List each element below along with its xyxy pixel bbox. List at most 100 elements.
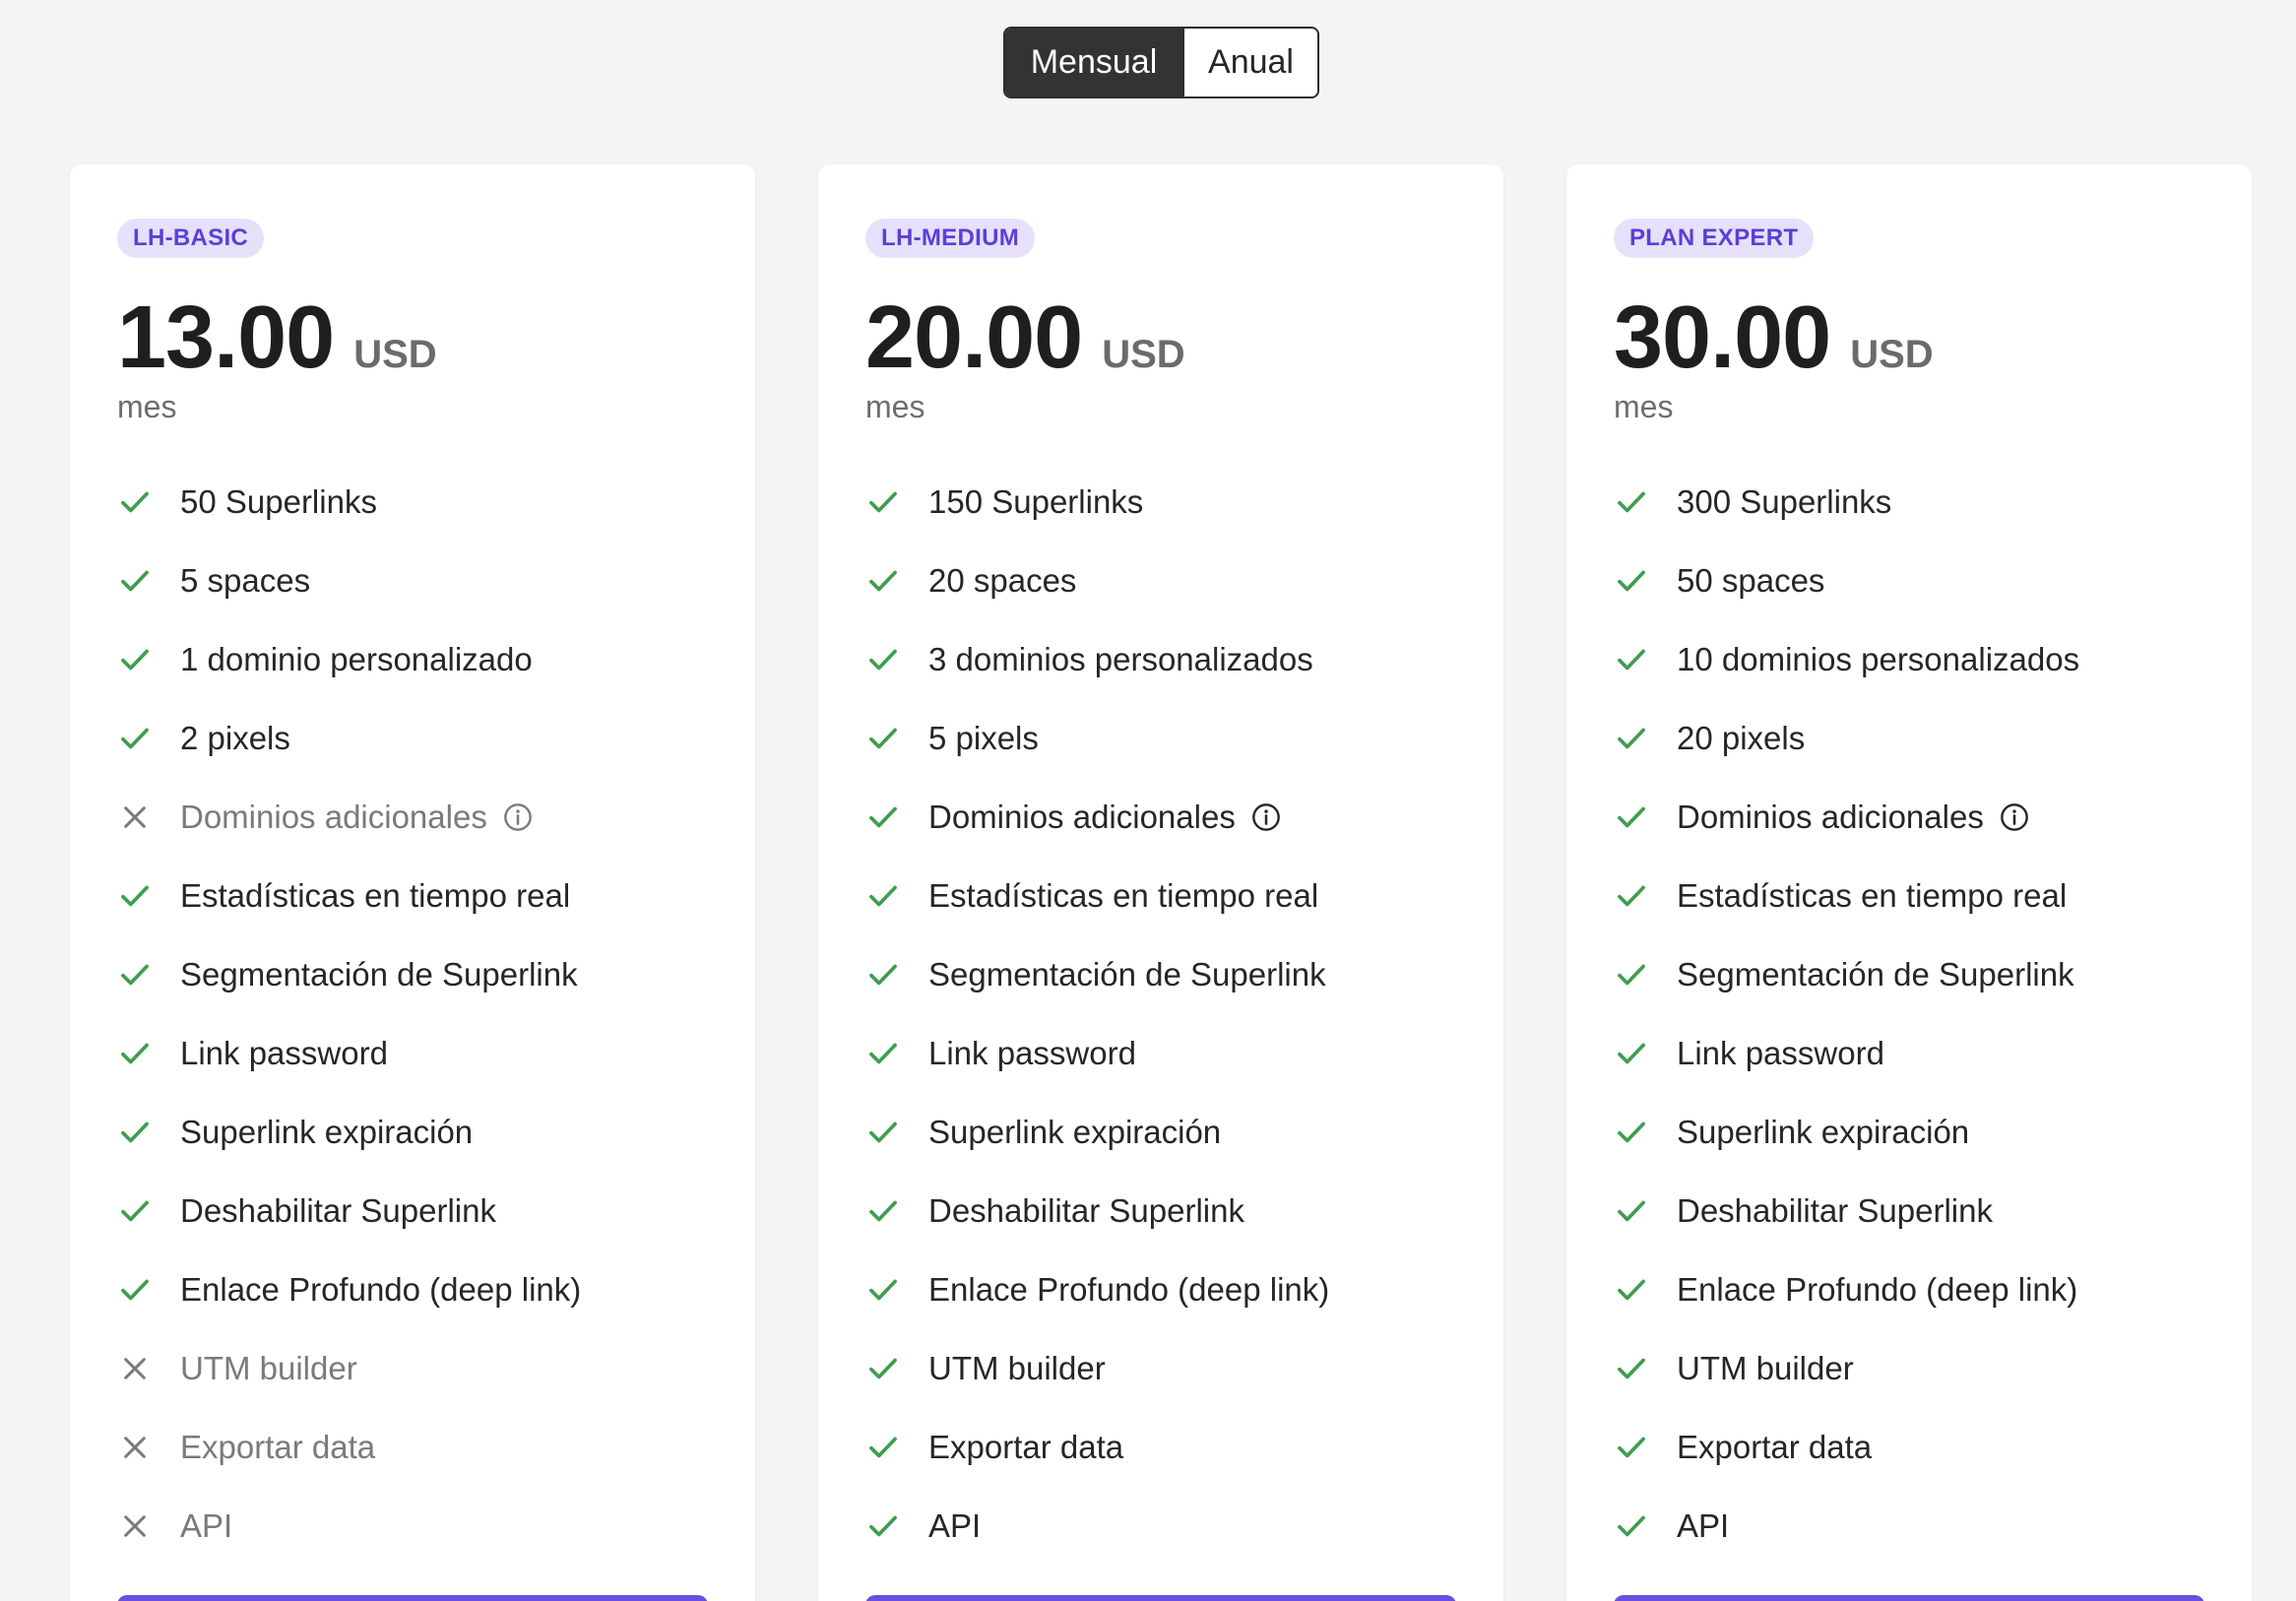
feature-label: Segmentación de Superlink: [180, 956, 578, 993]
feature-label: UTM builder: [928, 1350, 1106, 1386]
feature-list: 300 Superlinks 50 spaces 10 dominios perso…: [1614, 463, 2224, 1566]
feature-label: Link password: [180, 1035, 388, 1071]
price-row: 13.00 USD: [117, 288, 437, 389]
plan-price: 20.00: [865, 288, 1083, 387]
check-icon: [1614, 484, 1649, 520]
check-icon: [117, 1193, 153, 1229]
price-row: 30.00 USD: [1614, 288, 1934, 389]
cross-icon: [117, 800, 153, 835]
feature-label: Enlace Profundo (deep link): [1677, 1271, 2078, 1308]
cross-icon: [117, 1430, 153, 1465]
feature-item: 150 Superlinks: [865, 463, 1476, 542]
feature-item: Segmentación de Superlink: [1614, 935, 2224, 1014]
feature-item: Enlace Profundo (deep link): [117, 1250, 728, 1329]
feature-item: Deshabilitar Superlink: [1614, 1172, 2224, 1250]
subscribe-button[interactable]: [1614, 1595, 2204, 1601]
feature-item: Exportar data: [865, 1408, 1476, 1487]
feature-item: 300 Superlinks: [1614, 463, 2224, 542]
feature-item: 5 spaces: [117, 542, 728, 620]
feature-item: Enlace Profundo (deep link): [1614, 1250, 2224, 1329]
plan-badge: LH-MEDIUM: [865, 219, 1036, 258]
feature-label: Superlink expiración: [928, 1114, 1222, 1150]
feature-label: API: [928, 1507, 982, 1544]
check-icon: [865, 1508, 901, 1544]
check-icon: [865, 642, 901, 677]
check-icon: [1614, 1193, 1649, 1229]
feature-label: 3 dominios personalizados: [928, 641, 1313, 677]
check-icon: [117, 1036, 153, 1071]
feature-item: 5 pixels: [865, 699, 1476, 778]
cross-icon: [117, 1351, 153, 1386]
check-icon: [1614, 957, 1649, 993]
plan-price: 13.00: [117, 288, 335, 387]
feature-label: 5 spaces: [180, 562, 311, 599]
feature-label: Segmentación de Superlink: [928, 956, 1326, 993]
info-icon[interactable]: [501, 800, 535, 834]
monthly-toggle-button[interactable]: Mensual: [1005, 29, 1182, 96]
feature-item: Segmentación de Superlink: [117, 935, 728, 1014]
feature-label: Link password: [928, 1035, 1136, 1071]
feature-label: Dominios adicionales: [1677, 799, 1984, 835]
feature-item: Link password: [865, 1014, 1476, 1093]
feature-label: Superlink expiración: [1677, 1114, 1970, 1150]
pricing-page: Mensual Anual LH-BASIC 13.00 USD mes 50 …: [0, 0, 2296, 1601]
check-icon: [1614, 721, 1649, 756]
check-icon: [117, 642, 153, 677]
check-icon: [1614, 1036, 1649, 1071]
plan-currency: USD: [1102, 333, 1185, 376]
check-icon: [865, 800, 901, 835]
check-icon: [1614, 1351, 1649, 1386]
price-row: 20.00 USD: [865, 288, 1185, 389]
plan-currency: USD: [1850, 333, 1934, 376]
check-icon: [117, 484, 153, 520]
feature-item: Estadísticas en tiempo real: [1614, 857, 2224, 935]
check-icon: [865, 484, 901, 520]
feature-label: Deshabilitar Superlink: [180, 1192, 496, 1229]
feature-item: Estadísticas en tiempo real: [117, 857, 728, 935]
feature-item: 3 dominios personalizados: [865, 620, 1476, 699]
plan-badge: LH-BASIC: [117, 219, 265, 258]
feature-label: Deshabilitar Superlink: [928, 1192, 1244, 1229]
feature-item: 2 pixels: [117, 699, 728, 778]
check-icon: [865, 1036, 901, 1071]
feature-label: 50 spaces: [1677, 562, 1825, 599]
check-icon: [865, 957, 901, 993]
feature-item: Link password: [117, 1014, 728, 1093]
feature-label: Superlink expiración: [180, 1114, 474, 1150]
feature-item: Dominios adicionales: [117, 778, 728, 857]
feature-item: 50 Superlinks: [117, 463, 728, 542]
plan-card-expert: PLAN EXPERT 30.00 USD mes 300 Superlinks…: [1566, 164, 2252, 1601]
feature-item: Superlink expiración: [117, 1093, 728, 1172]
feature-item: API: [865, 1487, 1476, 1566]
feature-item: Segmentación de Superlink: [865, 935, 1476, 1014]
feature-label: Estadísticas en tiempo real: [1677, 877, 2068, 914]
feature-item: API: [117, 1487, 728, 1566]
subscribe-button[interactable]: [865, 1595, 1456, 1601]
plan-period: mes: [865, 389, 925, 424]
feature-item: UTM builder: [865, 1329, 1476, 1408]
billing-period-toggle: Mensual Anual: [1003, 27, 1319, 98]
check-icon: [117, 563, 153, 599]
check-icon: [1614, 642, 1649, 677]
subscribe-button[interactable]: [117, 1595, 708, 1601]
plan-period: mes: [1614, 389, 1674, 424]
check-icon: [1614, 1508, 1649, 1544]
feature-item: Exportar data: [117, 1408, 728, 1487]
cross-icon: [117, 1508, 153, 1544]
info-icon[interactable]: [1998, 800, 2031, 834]
feature-item: Superlink expiración: [1614, 1093, 2224, 1172]
annual-toggle-button[interactable]: Anual: [1182, 29, 1317, 96]
feature-item: Deshabilitar Superlink: [865, 1172, 1476, 1250]
check-icon: [117, 721, 153, 756]
check-icon: [865, 563, 901, 599]
info-icon[interactable]: [1249, 800, 1283, 834]
feature-item: Estadísticas en tiempo real: [865, 857, 1476, 935]
feature-item: 20 spaces: [865, 542, 1476, 620]
feature-item: UTM builder: [117, 1329, 728, 1408]
feature-label: 300 Superlinks: [1677, 483, 1892, 520]
feature-label: Estadísticas en tiempo real: [928, 877, 1319, 914]
feature-label: UTM builder: [180, 1350, 357, 1386]
feature-list: 50 Superlinks 5 spaces 1 dominio personali…: [117, 463, 728, 1566]
feature-label: 5 pixels: [928, 720, 1039, 756]
check-icon: [865, 878, 901, 914]
